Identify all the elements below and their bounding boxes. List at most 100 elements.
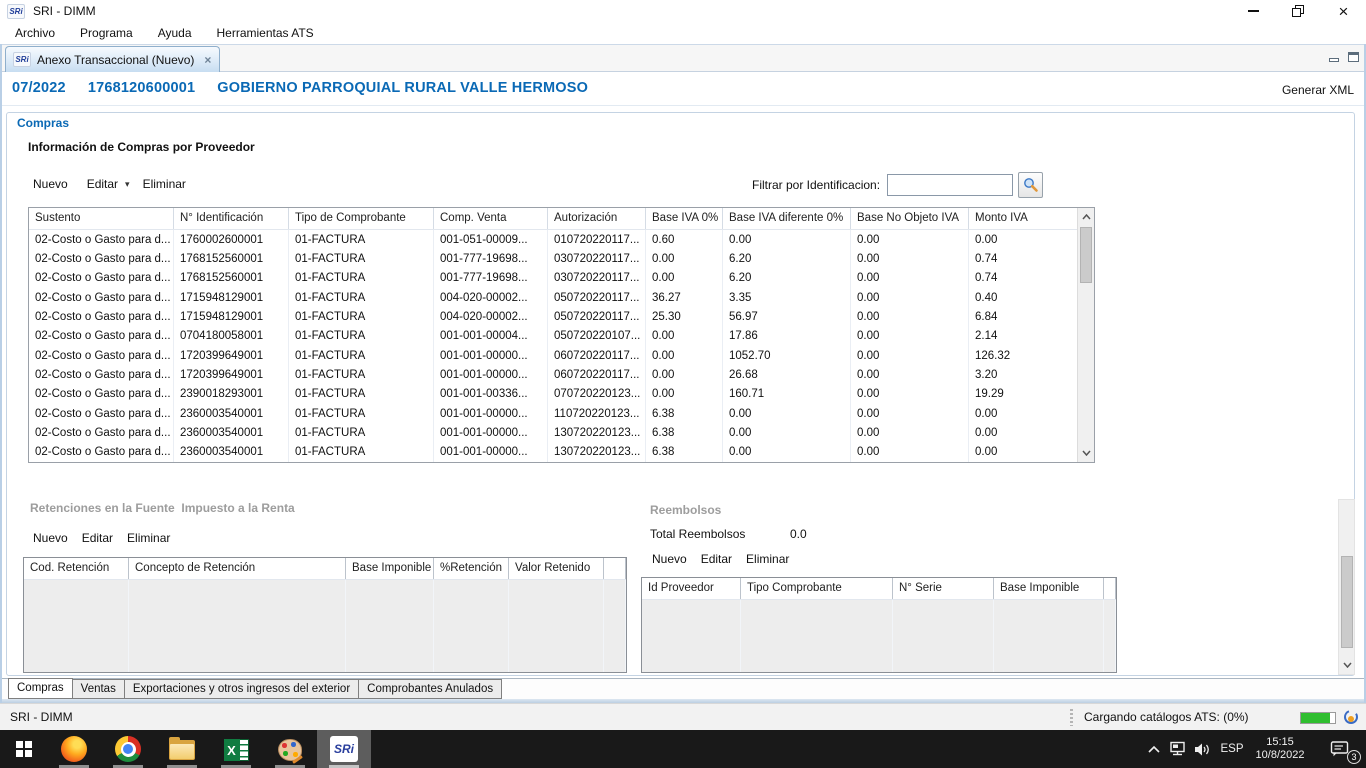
cell: 0.00: [646, 269, 723, 288]
scroll-down-icon[interactable]: [1078, 445, 1094, 461]
cell: 001-001-00000...: [434, 443, 548, 462]
column-header-base-iva-diferente-0[interactable]: Base IVA diferente 0%: [723, 208, 851, 229]
cell: 004-020-00002...: [434, 307, 548, 326]
column-header-n-serie[interactable]: N° Serie: [893, 578, 994, 599]
scroll-up-icon[interactable]: [1078, 209, 1094, 225]
tray-network-button[interactable]: [1163, 730, 1191, 768]
cell: 0.00: [646, 385, 723, 404]
background-task-icon[interactable]: [1343, 709, 1359, 730]
column-header-tipo-de-comprobante[interactable]: Tipo de Comprobante: [289, 208, 434, 229]
bottom-tab-ventas[interactable]: Ventas: [72, 679, 125, 699]
cell: 01-FACTURA: [289, 249, 434, 268]
retenciones-editar-button[interactable]: Editar: [82, 531, 113, 545]
view-minimize-icon[interactable]: [1329, 58, 1339, 62]
column-header-retenci-n[interactable]: %Retención: [434, 558, 509, 579]
status-bar: SRI - DIMM Cargando catálogos ATS: (0%): [0, 703, 1366, 730]
tray-notifications-button[interactable]: 3: [1318, 730, 1362, 768]
cell: 060720220117...: [548, 365, 646, 384]
column-header-base-iva-0[interactable]: Base IVA 0%: [646, 208, 723, 229]
eliminar-button[interactable]: Eliminar: [143, 177, 186, 191]
cell: 1052.70: [723, 346, 851, 365]
cell: 0.00: [851, 249, 969, 268]
table-row[interactable]: 02-Costo o Gasto para d...07041800580010…: [29, 327, 1079, 346]
scrollbar-thumb[interactable]: [1341, 556, 1353, 648]
column-header-n-identificaci-n[interactable]: N° Identificación: [174, 208, 289, 229]
column-header-valor-retenido[interactable]: Valor Retenido: [509, 558, 604, 579]
table-row[interactable]: 02-Costo o Gasto para d...17681525600010…: [29, 269, 1079, 288]
menu-ayuda[interactable]: Ayuda: [153, 24, 197, 42]
reembolsos-editar-button[interactable]: Editar: [701, 552, 732, 566]
table-row[interactable]: 02-Costo o Gasto para d...17600026000010…: [29, 230, 1079, 249]
column-header-concepto-de-retenci-n[interactable]: Concepto de Retención: [129, 558, 346, 579]
tab-anexo-transaccional[interactable]: SRi Anexo Transaccional (Nuevo) ×: [5, 46, 220, 72]
taskbar-sri-button[interactable]: SRi: [317, 730, 371, 768]
empty-cell: [741, 600, 893, 672]
column-header-sustento[interactable]: Sustento: [29, 208, 174, 229]
cell: 01-FACTURA: [289, 385, 434, 404]
cell: 02-Costo o Gasto para d...: [29, 269, 174, 288]
column-header-base-no-objeto-iva[interactable]: Base No Objeto IVA: [851, 208, 969, 229]
table-row[interactable]: 02-Costo o Gasto para d...23600035400010…: [29, 423, 1079, 442]
cell: 02-Costo o Gasto para d...: [29, 365, 174, 384]
scrollbar-thumb[interactable]: [1080, 227, 1092, 283]
speaker-icon: [1193, 742, 1211, 757]
menu-herramientas-ats[interactable]: Herramientas ATS: [212, 24, 319, 42]
cell: 001-777-19698...: [434, 249, 548, 268]
bottom-tab-comprobantes-anulados[interactable]: Comprobantes Anulados: [358, 679, 502, 699]
start-button[interactable]: [0, 730, 48, 768]
column-header-monto-iva[interactable]: Monto IVA: [969, 208, 1079, 229]
reembolsos-nuevo-button[interactable]: Nuevo: [652, 552, 687, 566]
table-row[interactable]: 02-Costo o Gasto para d...17159481290010…: [29, 307, 1079, 326]
tab-close-icon[interactable]: ×: [204, 53, 211, 67]
cell: 6.20: [723, 269, 851, 288]
column-header-base-imponible[interactable]: Base Imponible: [994, 578, 1104, 599]
table-row[interactable]: 02-Costo o Gasto para d...17159481290010…: [29, 288, 1079, 307]
bottom-tab-compras[interactable]: Compras: [8, 678, 73, 699]
tray-clock-button[interactable]: 15:15 10/8/2022: [1248, 730, 1312, 768]
content-scrollbar[interactable]: [1338, 499, 1355, 675]
cell: 001-001-00000...: [434, 404, 548, 423]
view-maximize-icon[interactable]: [1348, 52, 1359, 62]
table-row[interactable]: 02-Costo o Gasto para d...17681525600010…: [29, 249, 1079, 268]
column-header-cod-retenci-n[interactable]: Cod. Retención: [24, 558, 129, 579]
restore-button[interactable]: [1276, 0, 1321, 22]
minimize-button[interactable]: [1231, 0, 1276, 22]
nuevo-button[interactable]: Nuevo: [33, 177, 68, 191]
table-row[interactable]: 02-Costo o Gasto para d...17203996490010…: [29, 346, 1079, 365]
column-header-id-proveedor[interactable]: Id Proveedor: [642, 578, 741, 599]
taskbar-excel-button[interactable]: X: [209, 730, 263, 768]
column-header-tipo-comprobante[interactable]: Tipo Comprobante: [741, 578, 893, 599]
progress-bar: [1300, 712, 1336, 724]
cell: 19.29: [969, 385, 1079, 404]
close-button[interactable]: ×: [1321, 0, 1366, 22]
filter-input[interactable]: [887, 174, 1013, 196]
menu-programa[interactable]: Programa: [75, 24, 138, 42]
reembolsos-eliminar-button[interactable]: Eliminar: [746, 552, 789, 566]
bottom-tab-exportaciones-y-otros-ingresos-del-exterior[interactable]: Exportaciones y otros ingresos del exter…: [124, 679, 359, 699]
table-row[interactable]: 02-Costo o Gasto para d...23900182930010…: [29, 385, 1079, 404]
cell: 0.74: [969, 249, 1079, 268]
search-button[interactable]: [1018, 172, 1043, 198]
table-row[interactable]: 02-Costo o Gasto para d...23600035400010…: [29, 404, 1079, 423]
generar-xml-button[interactable]: Generar XML: [1282, 83, 1354, 97]
taskbar-file-explorer-button[interactable]: [155, 730, 209, 768]
taskbar-paint-button[interactable]: [263, 730, 317, 768]
column-header-comp-venta[interactable]: Comp. Venta: [434, 208, 548, 229]
column-header-autorizaci-n[interactable]: Autorización: [548, 208, 646, 229]
table-row[interactable]: 02-Costo o Gasto para d...17203996490010…: [29, 365, 1079, 384]
table-row[interactable]: 02-Costo o Gasto para d...23600035400010…: [29, 443, 1079, 462]
column-header-base-imponible[interactable]: Base Imponible: [346, 558, 434, 579]
menu-archivo[interactable]: Archivo: [10, 24, 60, 42]
retenciones-eliminar-button[interactable]: Eliminar: [127, 531, 170, 545]
tray-volume-button[interactable]: [1189, 730, 1215, 768]
taskbar-chrome-button[interactable]: [101, 730, 155, 768]
taskbar-firefox-button[interactable]: [47, 730, 101, 768]
retenciones-nuevo-button[interactable]: Nuevo: [33, 531, 68, 545]
compras-table-scrollbar[interactable]: [1077, 208, 1094, 462]
editar-dropdown-arrow-icon[interactable]: ▾: [125, 179, 130, 190]
scroll-down-icon[interactable]: [1339, 657, 1355, 673]
tray-language-button[interactable]: ESP: [1216, 730, 1248, 768]
cell: 0.00: [969, 423, 1079, 442]
total-reembolsos-value: 0.0: [790, 527, 807, 541]
editar-button[interactable]: Editar: [87, 177, 118, 191]
